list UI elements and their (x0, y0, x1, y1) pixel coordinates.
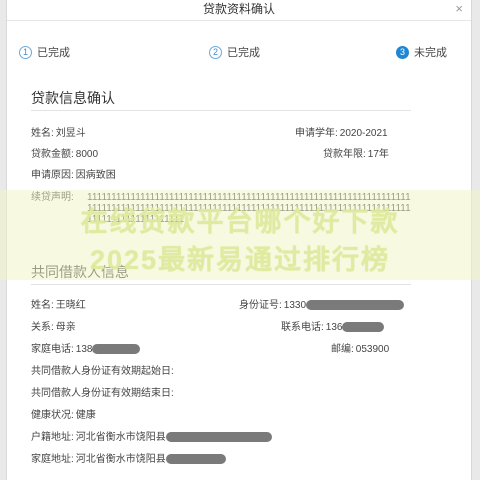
loan-year-row: 申请学年: 2020-2021 (295, 124, 388, 139)
field-label: 续贷声明: (31, 192, 74, 203)
redaction-blur (92, 344, 141, 355)
field-value: 17年 (367, 149, 389, 160)
field-value: 因病致困 (75, 170, 116, 181)
field-value: 8000 (75, 149, 99, 160)
cob-id-start-row: 共同借款人身份证有效期起始日: (31, 362, 174, 377)
cob-phone-row: 联系电话: 136 (281, 318, 385, 333)
renewal-declaration: 续贷声明: 1111111111111111111111111111111111… (31, 192, 411, 225)
field-label: 健康状况: (31, 410, 74, 421)
step-3: 3 未完成 (396, 44, 447, 60)
field-value: 刘昱斗 (55, 128, 86, 139)
field-value: 河北省衡水市饶阳县 (75, 432, 166, 443)
field-label: 申请原因: (31, 170, 74, 181)
step-number: 1 (19, 45, 32, 59)
field-value: 1330 (283, 300, 307, 311)
field-label: 姓名: (31, 300, 54, 311)
field-label: 申请学年: (295, 128, 338, 139)
step-number: 3 (396, 45, 409, 59)
section-divider (31, 284, 411, 285)
step-number: 2 (209, 45, 222, 59)
cob-home-addr-row: 家庭地址: 河北省衡水市饶阳县 (31, 450, 226, 465)
field-label: 共同借款人身份证有效期结束日: (31, 388, 174, 399)
cob-relation-row: 关系: 母亲 (31, 318, 76, 333)
cob-name-row: 姓名: 王晓红 (31, 296, 86, 311)
field-value: 王晓红 (55, 300, 86, 311)
loan-term-row: 贷款年限: 17年 (323, 145, 389, 160)
redaction-blur (165, 432, 272, 443)
step-label: 未完成 (414, 47, 447, 59)
field-value: 母亲 (55, 322, 76, 333)
loan-reason-row: 申请原因: 因病致困 (31, 166, 116, 181)
field-value: 136 (325, 322, 343, 333)
field-label: 贷款年限: (323, 149, 366, 160)
field-label: 关系: (31, 322, 54, 333)
loan-confirm-dialog: 贷款资料确认 × 1 已完成 2 已完成 3 未完成 贷款信息确认 姓名: 刘昱斗… (6, 0, 472, 480)
cob-home-phone-row: 家庭电话: 138 (31, 340, 141, 355)
field-label: 家庭电话: (31, 344, 74, 355)
field-label: 联系电话: (281, 322, 324, 333)
cob-postcode-row: 邮编: 053900 (331, 340, 389, 355)
field-label: 贷款金额: (31, 149, 74, 160)
loan-section-title: 贷款信息确认 (31, 90, 115, 106)
step-label: 已完成 (37, 47, 70, 59)
field-label: 户籍地址: (31, 432, 74, 443)
section-divider (31, 110, 411, 111)
step-label: 已完成 (227, 47, 260, 59)
field-label: 身份证号: (239, 300, 282, 311)
field-value: 健康 (75, 410, 96, 421)
step-1: 1 已完成 (19, 44, 70, 60)
cob-hukou-row: 户籍地址: 河北省衡水市饶阳县 (31, 428, 272, 443)
coborrower-section-title: 共同借款人信息 (31, 264, 129, 280)
field-label: 共同借款人身份证有效期起始日: (31, 366, 174, 377)
dialog-header: 贷款资料确认 × (7, 0, 471, 21)
redaction-blur (165, 454, 226, 465)
cob-id-row: 身份证号: 1330 (239, 296, 405, 311)
declaration-text: 1111111111111111111111111111111111111111… (87, 192, 411, 225)
loan-name-row: 姓名: 刘昱斗 (31, 124, 86, 139)
cob-id-end-row: 共同借款人身份证有效期结束日: (31, 384, 174, 399)
field-value: 2020-2021 (339, 128, 388, 139)
field-label: 邮编: (331, 344, 354, 355)
dialog-title: 贷款资料确认 (202, 2, 275, 16)
close-icon[interactable]: × (455, 0, 463, 18)
field-value: 河北省衡水市饶阳县 (75, 454, 166, 465)
loan-amount-row: 贷款金额: 8000 (31, 145, 98, 160)
field-value: 138 (75, 344, 93, 355)
cob-health-row: 健康状况: 健康 (31, 406, 96, 421)
redaction-blur (306, 300, 405, 311)
field-label: 家庭地址: (31, 454, 74, 465)
field-label: 姓名: (31, 128, 54, 139)
field-value: 053900 (355, 344, 390, 355)
redaction-blur (342, 322, 385, 333)
step-2: 2 已完成 (209, 44, 260, 60)
